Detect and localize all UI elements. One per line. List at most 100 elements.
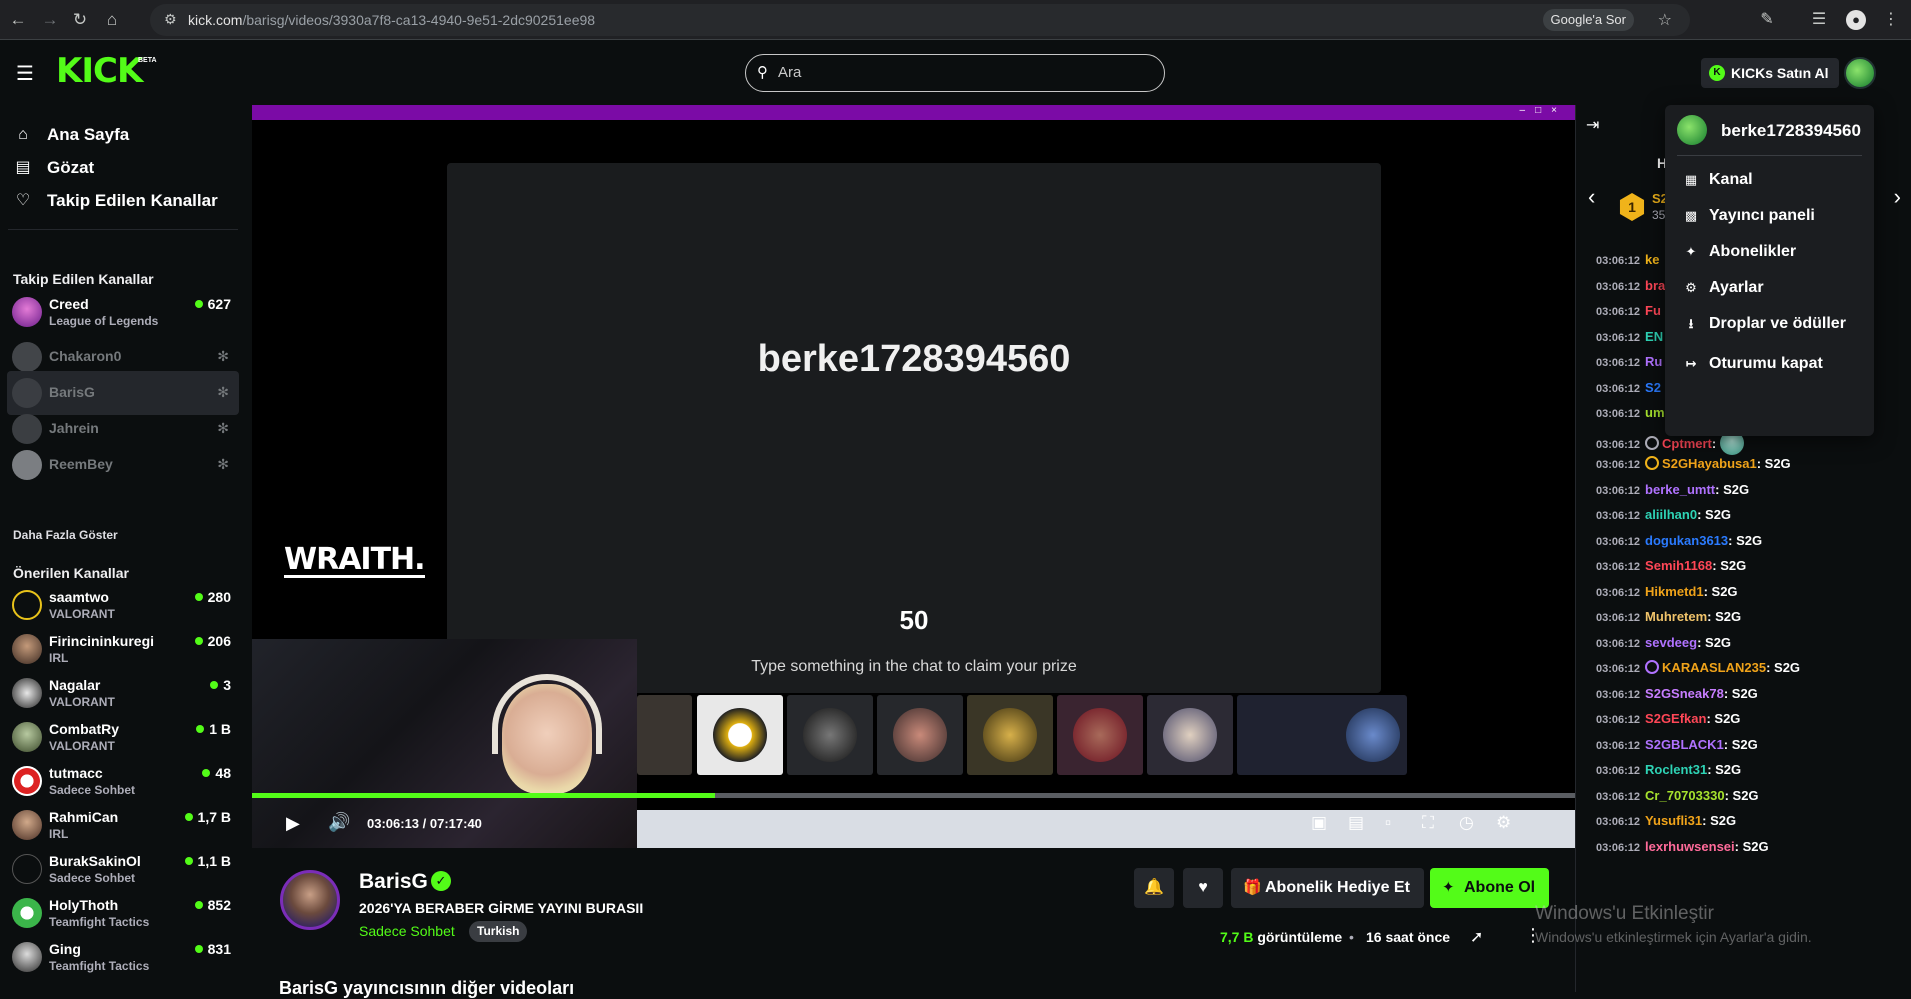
player-window-bar: –□× — [252, 105, 1575, 120]
kick-logo[interactable]: KICK — [56, 51, 143, 91]
search-box[interactable]: ⚲ — [745, 54, 1165, 92]
chat-username[interactable]: Fu — [1645, 303, 1661, 318]
address-bar[interactable]: ⚙ kick.com/barisg/videos/3930a7f8-ca13-4… — [150, 4, 1690, 36]
recommended-channel[interactable]: tutmacc Sadece Sohbet 48 — [7, 759, 239, 803]
bookmark-star-icon[interactable]: ☆ — [1658, 10, 1672, 30]
collapse-chat-icon[interactable]: ⇥ — [1586, 115, 1599, 135]
menu-item-dashboard[interactable]: ▩ Yayıncı paneli — [1677, 200, 1862, 232]
chat-username[interactable]: Ru — [1645, 354, 1662, 369]
menu-item-subscriptions[interactable]: ✦ Abonelikler — [1677, 236, 1862, 268]
menu-item-drops[interactable]: ⭳ Droplar ve ödüller — [1677, 308, 1862, 340]
recommended-channel[interactable]: BurakSakinOl Sadece Sohbet 1,1 B — [7, 847, 239, 891]
menu-item-channel[interactable]: ▦ Kanal — [1677, 164, 1862, 196]
speed-icon[interactable]: ◷ — [1459, 813, 1474, 833]
recommended-channel[interactable]: HolyThoth Teamfight Tactics 852 — [7, 891, 239, 935]
chat-username[interactable]: Muhretem — [1645, 609, 1707, 624]
chat-username[interactable]: ke — [1645, 252, 1659, 267]
share-icon[interactable]: ➚ — [1470, 927, 1483, 947]
recommended-channel[interactable]: saamtwo VALORANT 280 — [7, 583, 239, 627]
user-avatar[interactable] — [1844, 57, 1876, 89]
chat-text: : S2G — [1766, 660, 1801, 675]
chat-message: 03:06:12 Semih1168: S2G — [1596, 558, 1746, 573]
streamer-name[interactable]: BarisG — [359, 870, 428, 894]
channel-name: Chakaron0 — [49, 348, 122, 364]
chat-username[interactable]: S2GEfkan — [1645, 711, 1706, 726]
chat-username[interactable]: S2GHayabusa1 — [1662, 456, 1757, 471]
chat-username[interactable]: aliilhan0 — [1645, 507, 1697, 522]
volume-icon[interactable]: 🔊 — [328, 812, 350, 833]
url-text[interactable]: kick.com/barisg/videos/3930a7f8-ca13-494… — [188, 12, 595, 28]
media-icon[interactable]: ☰ — [1808, 9, 1830, 31]
nav-browse[interactable]: ▤ Gözat — [13, 152, 233, 184]
menu-item-logout[interactable]: ↦ Oturumu kapat — [1677, 348, 1862, 380]
fullscreen-icon[interactable]: ⛶ — [1422, 813, 1434, 833]
chat-username[interactable]: EN — [1645, 329, 1663, 344]
profile-icon[interactable]: ● — [1846, 10, 1866, 30]
clip-icon[interactable]: ▤ — [1348, 813, 1364, 833]
recommended-channel[interactable]: RahmiCan IRL 1,7 B — [7, 803, 239, 847]
theater-icon[interactable]: ▫ — [1385, 813, 1391, 833]
buy-kicks-button[interactable]: K KICKs Satın Al — [1701, 58, 1839, 88]
streamer-avatar[interactable] — [280, 870, 340, 930]
chat-username[interactable]: S2GSneak78 — [1645, 686, 1724, 701]
channel-category: League of Legends — [49, 314, 159, 328]
chat-message: 03:06:12 Hikmetd1: S2G — [1596, 584, 1738, 599]
menu-dots-icon[interactable]: ⋮ — [1880, 9, 1902, 31]
chat-username[interactable]: Cptmert — [1662, 436, 1712, 451]
chat-username[interactable]: KARAASLAN235 — [1662, 660, 1766, 675]
chevron-left-icon[interactable]: ‹ — [1588, 184, 1595, 210]
extensions-icon[interactable]: ✎ — [1756, 9, 1778, 31]
chevron-right-icon[interactable]: › — [1894, 184, 1901, 210]
chat-username[interactable]: Yusufli31 — [1645, 813, 1702, 828]
recommended-channel[interactable]: CombatRy VALORANT 1 B — [7, 715, 239, 759]
follow-heart-button[interactable]: ♥ — [1183, 868, 1223, 908]
hamburger-menu-icon[interactable]: ☰ — [16, 61, 34, 86]
chat-username[interactable]: S2 — [1645, 380, 1661, 395]
chat-username[interactable]: bra — [1645, 278, 1665, 293]
show-more-link[interactable]: Daha Fazla Göster — [13, 528, 118, 542]
subscribe-button[interactable]: ✦ Abone Ol — [1430, 868, 1550, 908]
chat-username[interactable]: Roclent31 — [1645, 762, 1707, 777]
followed-channel-creed[interactable]: Creed League of Legends 627 — [7, 290, 239, 334]
channel-category: IRL — [49, 827, 69, 841]
home-icon[interactable]: ⌂ — [100, 8, 124, 32]
chat-username[interactable]: lexrhuwsensei — [1645, 839, 1735, 854]
notification-bell-button[interactable]: 🔔 — [1134, 868, 1174, 908]
video-player[interactable]: –□× berke1728394560 50 Type something in… — [252, 105, 1575, 848]
avatar — [12, 678, 42, 708]
back-icon[interactable]: ← — [6, 8, 30, 32]
followed-channel-reembey[interactable]: ReemBey ✻ — [7, 443, 239, 487]
play-icon[interactable]: ▶ — [286, 813, 300, 834]
google-ask-button[interactable]: Google'a Sor — [1542, 9, 1634, 31]
stream-category-link[interactable]: Sadece Sohbet — [359, 923, 455, 939]
forward-icon[interactable]: → — [38, 8, 62, 32]
site-info-icon[interactable]: ⚙ — [164, 11, 177, 28]
reload-icon[interactable]: ↻ — [68, 8, 92, 32]
browser-toolbar: ← → ↻ ⌂ ⚙ kick.com/barisg/videos/3930a7f… — [0, 0, 1911, 40]
chat-username[interactable]: sevdeeg — [1645, 635, 1697, 650]
settings-gear-icon[interactable]: ⚙ — [1496, 813, 1511, 833]
windows-activation-watermark: Windows'u Etkinleştir — [1535, 903, 1714, 924]
recommended-channel[interactable]: Firincininkuregi IRL 206 — [7, 627, 239, 671]
chat-username[interactable]: Hikmetd1 — [1645, 584, 1704, 599]
recommended-channel[interactable]: Ging Teamfight Tactics 831 — [7, 935, 239, 979]
chat-username[interactable]: Semih1168 — [1645, 558, 1712, 573]
chat-username[interactable]: dogukan3613 — [1645, 533, 1728, 548]
chat-username[interactable]: berke_umtt — [1645, 482, 1715, 497]
search-input[interactable] — [778, 64, 1148, 81]
nav-home[interactable]: ⌂ Ana Sayfa — [13, 119, 233, 151]
viewer-count: 1,7 B — [185, 809, 231, 825]
chat-username[interactable]: S2GBLACK1 — [1645, 737, 1724, 752]
language-tag[interactable]: Turkish — [469, 921, 528, 942]
channel-name: BurakSakinOl — [49, 853, 141, 869]
drops-icon: ⭳ — [1688, 316, 1694, 331]
miniplayer-icon[interactable]: ▣ — [1311, 813, 1327, 833]
recommended-channel[interactable]: Nagalar VALORANT 3 — [7, 671, 239, 715]
gift-subscription-button[interactable]: 🎁 Abonelik Hediye Et — [1231, 868, 1424, 908]
offline-icon: ✻ — [217, 384, 229, 400]
channel-name: Jahrein — [49, 420, 99, 436]
nav-following[interactable]: ♡ Takip Edilen Kanallar — [13, 185, 233, 217]
avatar — [12, 634, 42, 664]
chat-username[interactable]: Cr_70703330 — [1645, 788, 1725, 803]
menu-item-settings[interactable]: ⚙ Ayarlar — [1677, 272, 1862, 304]
